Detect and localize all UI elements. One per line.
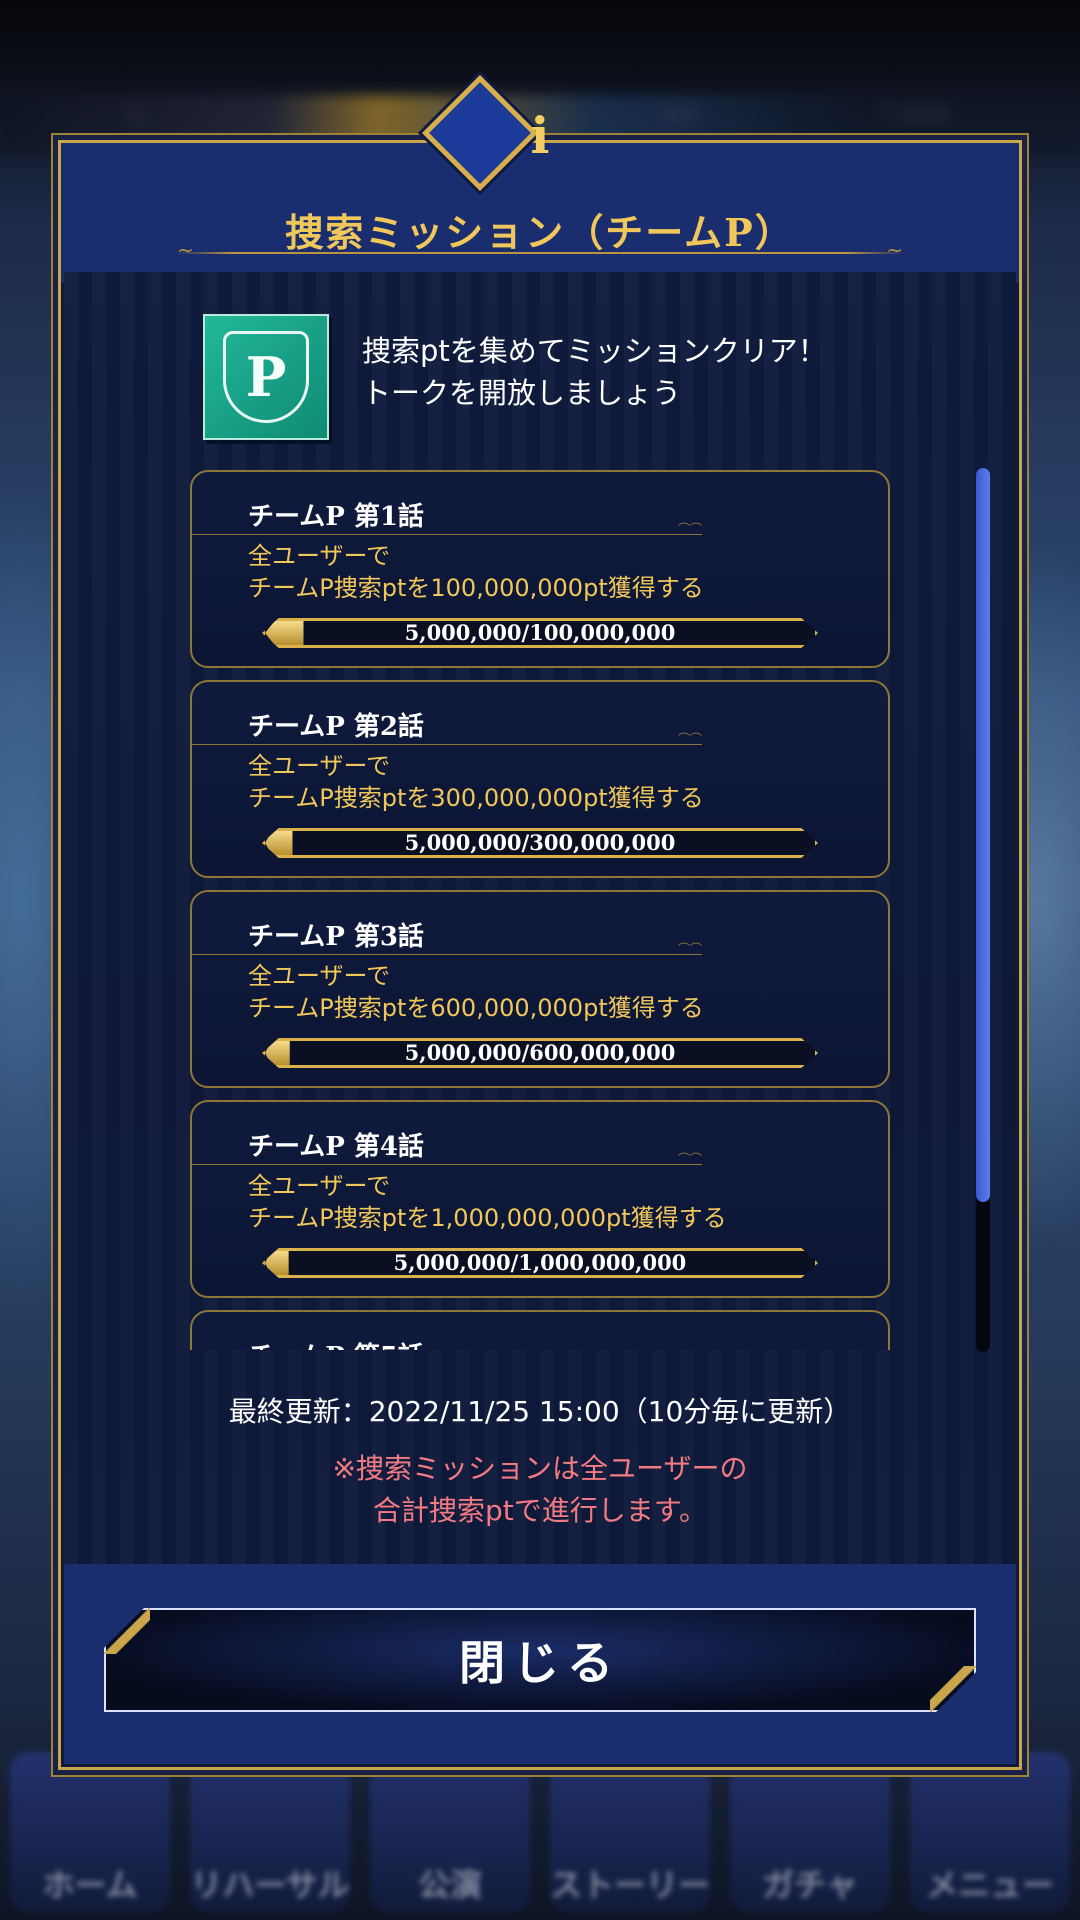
- mission-divider: [192, 520, 702, 537]
- progress-text: 5,000,000/600,000,000: [404, 1040, 676, 1065]
- mission-title: チームP 第1話: [248, 502, 424, 532]
- nav-home: ホーム: [10, 1752, 170, 1912]
- mission-card: チームP 第3話 全ユーザーで チームP捜索ptを600,000,000pt獲得…: [190, 890, 890, 1088]
- mission-description: 全ユーザーで チームP捜索ptを100,000,000pt獲得する: [248, 540, 868, 604]
- mission-desc-line-2: チームP捜索ptを600,000,000pt獲得する: [248, 994, 704, 1022]
- emblem-letter: P: [223, 331, 309, 423]
- intro-text: 捜索ptを集めてミッションクリア！ トークを開放しましょう: [362, 330, 922, 414]
- scrollbar-thumb[interactable]: [976, 468, 990, 1202]
- mission-desc-line-1: 全ユーザーで: [248, 542, 391, 570]
- intro-line-2: トークを開放しましょう: [362, 376, 682, 410]
- last-updated-text: 最終更新：2022/11/25 15:00（10分毎に更新）: [228, 1395, 852, 1428]
- close-button-ornament: [104, 1608, 150, 1654]
- mission-list[interactable]: チームP 第1話 全ユーザーで チームP捜索ptを100,000,000pt獲得…: [190, 470, 890, 1350]
- close-button[interactable]: 閉じる: [104, 1608, 976, 1712]
- notice-text: ※捜索ミッションは全ユーザーの 合計捜索ptで進行します。: [58, 1448, 1022, 1532]
- progress-text: 5,000,000/1,000,000,000: [393, 1250, 687, 1275]
- mission-card: チームP 第1話 全ユーザーで チームP捜索ptを100,000,000pt獲得…: [190, 470, 890, 668]
- mission-description: 全ユーザーで チームP捜索ptを300,000,000pt獲得する: [248, 750, 868, 814]
- intro-line-1: 捜索ptを集めてミッションクリア！: [362, 334, 827, 368]
- mission-card: チームP 第2話 全ユーザーで チームP捜索ptを300,000,000pt獲得…: [190, 680, 890, 878]
- mission-progress-bar: 5,000,000/300,000,000: [262, 828, 818, 858]
- nav-rehearsal: リハーサル: [190, 1752, 350, 1912]
- notice-line-2: 合計捜索ptで進行します。: [373, 1494, 707, 1527]
- nav-gacha: ガチャ: [730, 1752, 890, 1912]
- mission-desc-line-1: 全ユーザーで: [248, 1172, 391, 1200]
- background-ticket: 5/5: [660, 101, 699, 129]
- mission-title: チームP 第4話: [248, 1132, 424, 1162]
- mission-desc-line-2: チームP捜索ptを1,000,000,000pt獲得する: [248, 1204, 727, 1232]
- mission-desc-line-1: 全ユーザーで: [248, 962, 391, 990]
- mission-list-scrollbar[interactable]: [976, 468, 990, 1352]
- close-button-label: 閉じる: [459, 1636, 621, 1690]
- mission-card: チームP 第4話 全ユーザーで チームP捜索ptを1,000,000,000pt…: [190, 1100, 890, 1298]
- mission-title: チームP 第3話: [248, 922, 424, 952]
- mission-title: チームP 第5話: [248, 1336, 424, 1350]
- mission-desc-line-2: チームP捜索ptを100,000,000pt獲得する: [248, 574, 704, 602]
- notice-line-1: ※捜索ミッションは全ユーザーの: [332, 1452, 748, 1485]
- mission-description: 全ユーザーで チームP捜索ptを1,000,000,000pt獲得する: [248, 1170, 868, 1234]
- background-nav-bar: ホーム リハーサル 公演 ストーリー ガチャ メニュー: [0, 1745, 1080, 1920]
- mission-progress-bar: 5,000,000/1,000,000,000: [262, 1248, 818, 1278]
- close-button-ornament: [930, 1666, 976, 1712]
- background-currency: 7,910: [880, 101, 949, 129]
- nav-performance: 公演: [370, 1752, 530, 1912]
- progress-text: 5,000,000/300,000,000: [404, 830, 676, 855]
- info-icon: i: [530, 106, 550, 165]
- nav-story: ストーリー: [550, 1752, 710, 1912]
- mission-title: チームP 第2話: [248, 712, 424, 742]
- dialog-title: 捜索ミッション（チームP）: [285, 210, 795, 255]
- nav-menu: メニュー: [910, 1752, 1070, 1912]
- mission-desc-line-2: チームP捜索ptを300,000,000pt獲得する: [248, 784, 704, 812]
- title-divider: [175, 238, 905, 262]
- mission-divider: [192, 1150, 702, 1167]
- mission-description: 全ユーザーで チームP捜索ptを600,000,000pt獲得する: [248, 960, 868, 1024]
- mission-progress-bar: 5,000,000/100,000,000: [262, 618, 818, 648]
- background-level: 1: [128, 101, 144, 129]
- mission-desc-line-1: 全ユーザーで: [248, 752, 391, 780]
- mission-divider: [192, 730, 702, 747]
- mission-card: チームP 第5話: [190, 1310, 890, 1350]
- team-p-emblem-icon: P: [203, 314, 329, 440]
- mission-progress-bar: 5,000,000/600,000,000: [262, 1038, 818, 1068]
- mission-divider: [192, 940, 702, 957]
- progress-text: 5,000,000/100,000,000: [404, 620, 676, 645]
